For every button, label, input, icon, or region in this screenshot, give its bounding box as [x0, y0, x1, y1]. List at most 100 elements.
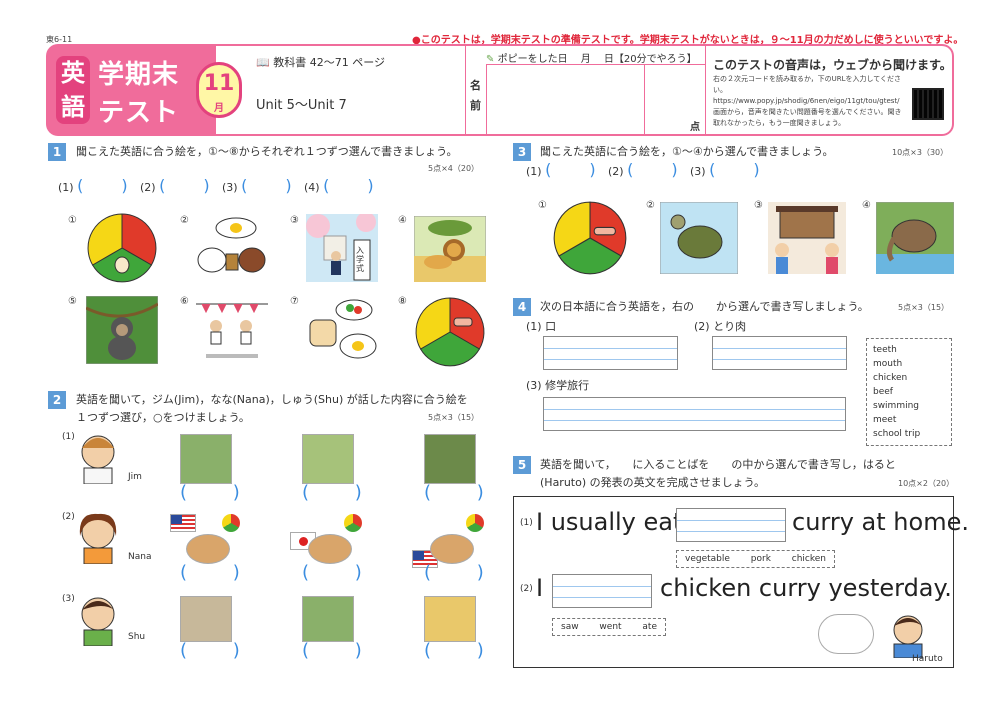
- textbook-pages: 📖 教科書 42～71 ページ: [256, 54, 385, 70]
- choice-paren[interactable]: ( ): [180, 482, 240, 503]
- divider: [465, 44, 466, 136]
- nana-name: Nana: [128, 552, 152, 562]
- item-label-3: (3) 修学旅行: [526, 379, 590, 392]
- choice-paren[interactable]: ( ): [180, 562, 240, 583]
- audio-instructions: 右の２次元コードを読み取るか，下のURLを入力してください。https://ww…: [713, 75, 902, 127]
- picture-number: ②: [646, 200, 655, 211]
- blank-label: (3): [222, 181, 238, 194]
- sentence-2-before: I: [536, 574, 544, 602]
- question-text-line-2: (Haruto) の発表の英文を完成させましょう。: [540, 476, 765, 489]
- question-number: 2: [48, 391, 66, 409]
- question-text: 聞こえた英語に合う絵を，①～④から選んで書きましょう。: [540, 145, 834, 158]
- curry-plate-picture[interactable]: [308, 534, 352, 564]
- lion-picture: [414, 216, 486, 282]
- write-box-sentence-2[interactable]: [552, 574, 652, 608]
- snake-picture[interactable]: [302, 434, 354, 484]
- textbook-label: 教科書 42～71 ページ: [273, 56, 385, 69]
- answer-blank-1[interactable]: (1) (): [526, 160, 596, 179]
- name-field-label: 名前: [470, 79, 481, 112]
- word-option: teeth: [873, 345, 897, 355]
- picture-number: ⑤: [68, 296, 77, 307]
- usa-flag-icon: [170, 514, 196, 532]
- question-number: 1: [48, 143, 66, 161]
- unit-range: Unit 5～Unit 7: [256, 98, 347, 113]
- choice-paren[interactable]: ( ): [302, 562, 362, 583]
- pie-meat-picture: [415, 297, 485, 367]
- word-bank: teeth mouth chicken beef swimming meet s…: [866, 338, 952, 446]
- subject-badge: 英 語: [56, 56, 90, 124]
- japanese-breakfast-picture: [197, 217, 266, 273]
- blank-label: (3): [690, 165, 706, 178]
- picture-number: ③: [754, 200, 763, 211]
- picture-number: ④: [398, 215, 407, 226]
- answer-blank-2[interactable]: (2) (): [140, 176, 210, 195]
- divider: [644, 64, 645, 136]
- choice-paren[interactable]: ( ): [424, 482, 484, 503]
- row-label: (1): [62, 432, 75, 442]
- question-text-line-1: 英語を聞いて， に入ることばを の中から選んで書き写し，はると: [540, 458, 896, 471]
- pie-bacon-picture: [553, 201, 627, 275]
- sentence-label-1: (1): [520, 518, 533, 528]
- pie-mini-icon: [466, 514, 484, 532]
- pie-mini-icon: [222, 514, 240, 532]
- points: 10点×3（30）: [892, 148, 949, 157]
- answer-blank-2[interactable]: (2) (): [608, 160, 678, 179]
- sentence-1-after: curry at home.: [792, 508, 969, 536]
- haruto-avatar: [893, 615, 923, 658]
- item-label-2: (2) とり肉: [694, 320, 747, 333]
- question-number: 3: [513, 143, 531, 161]
- walking-picture[interactable]: [180, 596, 232, 642]
- subject-char-1: 英: [61, 59, 85, 87]
- title-line-2: テスト: [98, 98, 180, 128]
- answer-blank-3[interactable]: (3) (): [222, 176, 292, 195]
- answer-blank-1[interactable]: (1) (): [58, 176, 128, 195]
- row-label: (3): [62, 594, 75, 604]
- answer-blank-4[interactable]: (4) (): [304, 176, 374, 195]
- subject-char-2: 語: [61, 93, 85, 121]
- row-label: (2): [62, 512, 75, 522]
- item-label-1: (1) 口: [526, 320, 557, 333]
- month-number: 11: [203, 71, 235, 96]
- write-box-chicken[interactable]: [712, 336, 847, 370]
- question-number: 4: [513, 298, 531, 316]
- crocodile-picture[interactable]: [180, 434, 232, 484]
- bear-picture[interactable]: [424, 434, 476, 484]
- date-field[interactable]: ✎ ポピーをした日 月 日【20分でやろう】: [486, 50, 697, 65]
- blank-label: (2): [140, 181, 156, 194]
- sentence-label-2: (2): [520, 584, 533, 594]
- write-box-sentence-1[interactable]: [676, 508, 786, 542]
- write-box-school-trip[interactable]: [543, 397, 846, 431]
- picture-number: ④: [862, 200, 871, 211]
- nana-avatar: [79, 513, 117, 564]
- picture-number: ②: [180, 215, 189, 226]
- options-sentence-1: vegetable pork chicken: [676, 550, 835, 568]
- park-picture[interactable]: [302, 596, 354, 642]
- camping-picture[interactable]: [424, 596, 476, 642]
- question-text-line-2: １つずつ選び，○をつけましょう。: [76, 411, 250, 424]
- choice-paren[interactable]: ( ): [180, 640, 240, 661]
- temple-visit-picture: [768, 202, 846, 274]
- choice-paren[interactable]: ( ): [302, 482, 362, 503]
- pie-mini-icon: [344, 514, 362, 532]
- word-option: swimming meet: [873, 401, 920, 425]
- blank-label: (2): [608, 165, 624, 178]
- blank-label: (1): [526, 165, 542, 178]
- choice-paren[interactable]: ( ): [302, 640, 362, 661]
- qr-code-icon[interactable]: [912, 88, 944, 120]
- answer-blank-3[interactable]: (3) (): [690, 160, 760, 179]
- audio-title: このテストの音声は，ウェブから聞けます。: [713, 58, 952, 72]
- write-box-mouth[interactable]: [543, 336, 678, 370]
- word-option: beef: [873, 387, 893, 397]
- jim-name: Jim: [128, 472, 142, 482]
- curry-plate-picture[interactable]: [430, 534, 474, 564]
- gorilla-picture: [86, 296, 158, 364]
- options-sentence-2: saw went ate: [552, 618, 666, 636]
- points: 5点×3（15）: [898, 303, 950, 312]
- choice-paren[interactable]: ( ): [424, 562, 484, 583]
- choice-paren[interactable]: ( ): [424, 640, 484, 661]
- word-option: mouth: [873, 359, 903, 369]
- curry-plate-picture[interactable]: [186, 534, 230, 564]
- turtle-picture: [660, 202, 738, 274]
- points: 5点×3（15）: [428, 413, 480, 422]
- points: 10点×2（20）: [898, 479, 955, 488]
